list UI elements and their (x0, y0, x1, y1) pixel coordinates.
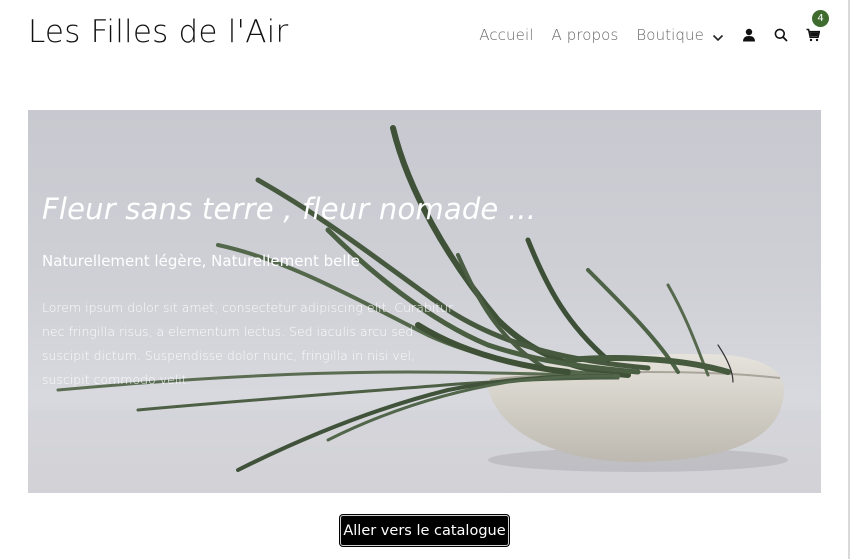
page: Les Filles de l'Air Accueil A propos Bou… (0, 0, 850, 559)
user-icon[interactable] (742, 28, 756, 42)
cart-icon (806, 28, 820, 42)
main-nav: Accueil A propos Boutique 4 (461, 10, 829, 46)
hero-banner: Fleur sans terre , fleur nomade ... Natu… (28, 110, 821, 493)
hero-title: Fleur sans terre , fleur nomade ... (42, 192, 537, 226)
nav-item-accueil[interactable]: Accueil (479, 26, 533, 44)
catalogue-button[interactable]: Aller vers le catalogue (340, 515, 509, 546)
cart-count-badge: 4 (812, 10, 829, 27)
site-logo[interactable]: Les Filles de l'Air (28, 14, 288, 50)
search-icon[interactable] (774, 28, 788, 42)
chevron-down-icon (712, 29, 724, 42)
hero-subtitle: Naturellement légère, Naturellement bell… (42, 252, 360, 270)
nav-item-boutique[interactable]: Boutique (636, 26, 724, 44)
hero-description: Lorem ipsum dolor sit amet, consectetur … (42, 300, 454, 387)
nav-item-a-propos[interactable]: A propos (551, 26, 618, 44)
cart-button[interactable]: 4 (806, 10, 829, 42)
nav-item-boutique-label: Boutique (636, 26, 704, 44)
